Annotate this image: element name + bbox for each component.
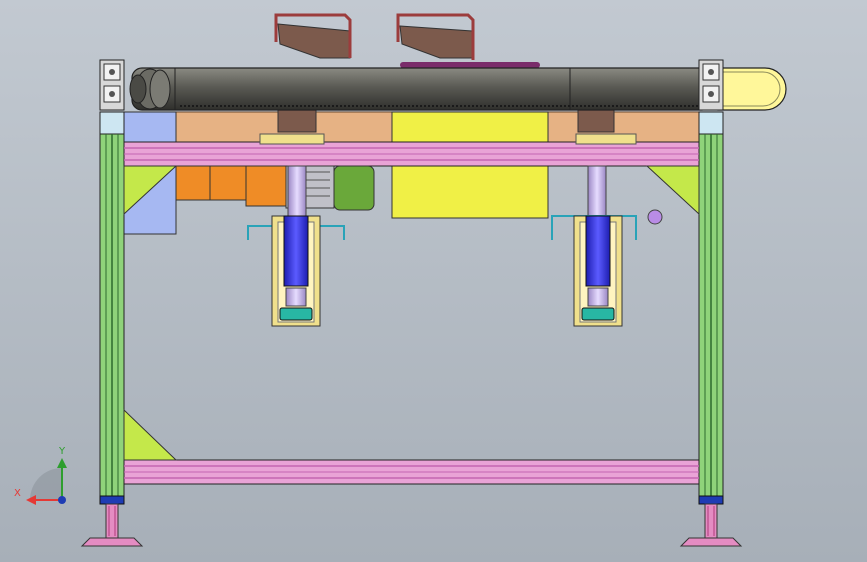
lower-cross-beam bbox=[123, 459, 700, 485]
conveyor-frame-drawing: Y X bbox=[0, 0, 867, 562]
sensor-ball bbox=[647, 209, 663, 225]
yellow-block-lower bbox=[391, 165, 549, 219]
frame-leg-left bbox=[99, 111, 125, 505]
roller-end-cap bbox=[717, 67, 787, 111]
profile-end-right bbox=[698, 59, 724, 111]
purple-strip bbox=[400, 62, 540, 68]
z-axis-dot bbox=[58, 496, 66, 504]
upper-cross-beam bbox=[123, 141, 700, 167]
profile-end-left bbox=[99, 59, 125, 111]
cad-viewport[interactable]: Y X bbox=[0, 0, 867, 562]
frame-leg-right bbox=[698, 111, 724, 505]
drive-roller bbox=[129, 67, 713, 111]
y-axis-label: Y bbox=[58, 446, 66, 457]
x-axis-label: X bbox=[14, 488, 21, 499]
yellow-block-upper bbox=[391, 111, 549, 143]
